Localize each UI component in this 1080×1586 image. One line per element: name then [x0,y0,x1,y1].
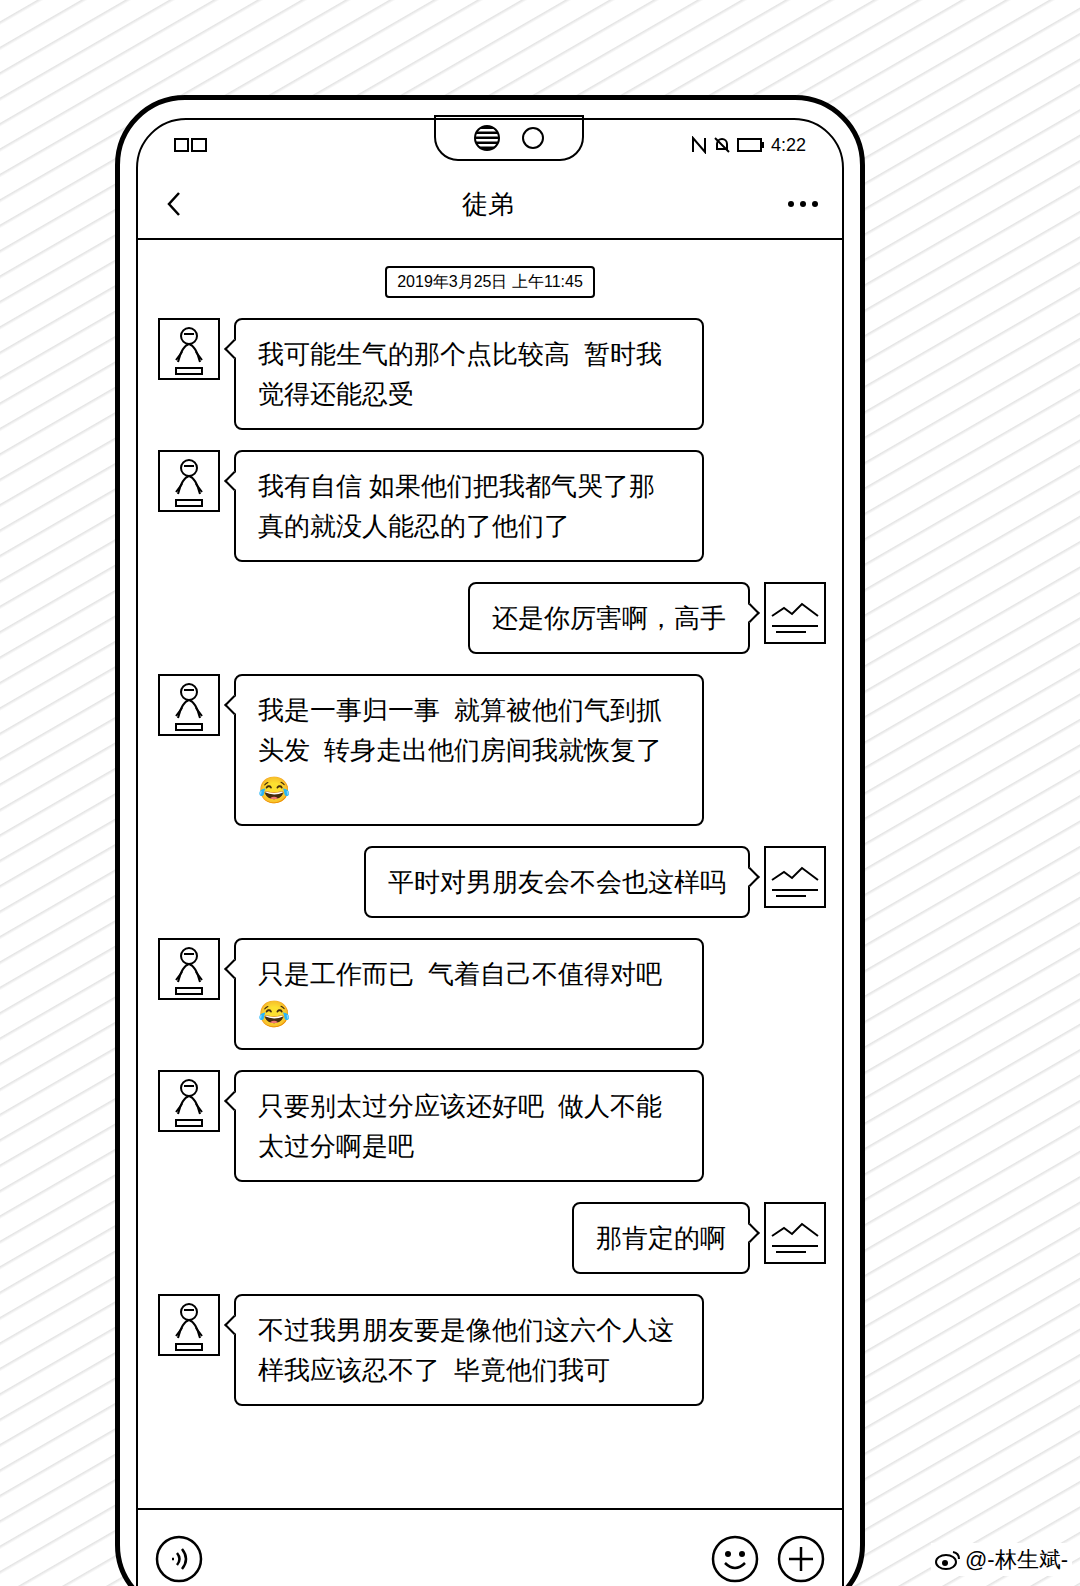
message-row: 我有自信 如果他们把我都气哭了那真的就没人能忍的了他们了 [148,450,832,562]
own-avatar-icon[interactable] [764,846,826,908]
message-text: 那肯定的啊 [596,1223,726,1253]
back-icon[interactable] [160,189,190,219]
watermark-text: @-林生斌- [965,1543,1068,1576]
nfc-icon [691,136,707,154]
message-input[interactable] [220,1531,694,1586]
message-bubble: 我有自信 如果他们把我都气哭了那真的就没人能忍的了他们了 [234,450,704,562]
watermark: @-林生斌- [931,1543,1072,1576]
message-text: 我是一事归一事 就算被他们气到抓头发 转身走出他们房间我就恢复了😂 [258,695,662,805]
message-text: 我有自信 如果他们把我都气哭了那真的就没人能忍的了他们了 [258,471,655,541]
own-avatar-icon[interactable] [764,582,826,644]
bubble-tail [224,959,244,979]
bubble-tail [224,695,244,715]
message-row: 不过我男朋友要是像他们这六个人这样我应该忍不了 毕竟他们我可 [148,1294,832,1406]
message-text: 我可能生气的那个点比较高 暂时我觉得还能忍受 [258,339,662,409]
contact-avatar-icon[interactable] [158,674,220,736]
message-row: 我是一事归一事 就算被他们气到抓头发 转身走出他们房间我就恢复了😂 [148,674,832,826]
bubble-tail [224,1315,244,1335]
message-bubble: 我可能生气的那个点比较高 暂时我觉得还能忍受 [234,318,704,430]
contact-avatar-icon[interactable] [158,938,220,1000]
message-row: 还是你厉害啊，高手 [148,582,832,654]
message-bubble: 只是工作而已 气着自己不值得对吧😂 [234,938,704,1050]
bubble-tail [224,1091,244,1111]
message-bubble: 不过我男朋友要是像他们这六个人这样我应该忍不了 毕竟他们我可 [234,1294,704,1406]
contact-avatar-icon[interactable] [158,1070,220,1132]
timestamp: 2019年3月25日 上午11:45 [385,266,595,298]
camera-icon [522,127,544,149]
weibo-icon [935,1549,961,1571]
message-row: 我可能生气的那个点比较高 暂时我觉得还能忍受 [148,318,832,430]
message-row: 只是工作而已 气着自己不值得对吧😂 [148,938,832,1050]
mute-icon [713,136,731,154]
battery-icon [737,137,765,153]
bubble-tail [740,867,760,887]
contact-avatar-icon[interactable] [158,450,220,512]
message-bubble: 我是一事归一事 就算被他们气到抓头发 转身走出他们房间我就恢复了😂 [234,674,704,826]
message-row: 只要别太过分应该还好吧 做人不能太过分啊是吧 [148,1070,832,1182]
message-text: 还是你厉害啊，高手 [492,603,726,633]
message-bubble: 只要别太过分应该还好吧 做人不能太过分啊是吧 [234,1070,704,1182]
bubble-tail [740,603,760,623]
own-avatar-icon[interactable] [764,1202,826,1264]
contact-avatar-icon[interactable] [158,318,220,380]
contact-avatar-icon[interactable] [158,1294,220,1356]
sim-icon [174,137,208,153]
bubble-tail [224,339,244,359]
phone: 4:22 徒弟 2019年3月25日 上午11:45 我可能生气的那个点比较高 … [115,95,865,1586]
speaker-icon [474,125,500,151]
message-bubble: 还是你厉害啊，高手 [468,582,750,654]
chat-screen: 4:22 徒弟 2019年3月25日 上午11:45 我可能生气的那个点比较高 … [136,118,844,1586]
bubble-tail [740,1223,760,1243]
status-bar: 4:22 [138,120,842,170]
bubble-tail [224,471,244,491]
message-text: 平时对男朋友会不会也这样吗 [388,867,726,897]
message-row: 那肯定的啊 [148,1202,832,1274]
message-row: 平时对男朋友会不会也这样吗 [148,846,832,918]
chat-header: 徒弟 [138,170,842,240]
message-list: 2019年3月25日 上午11:45 我可能生气的那个点比较高 暂时我觉得还能忍… [138,240,842,1508]
notch [434,115,584,161]
message-text: 只是工作而已 气着自己不值得对吧😂 [258,959,662,1029]
message-bubble: 平时对男朋友会不会也这样吗 [364,846,750,918]
input-bar [138,1508,842,1586]
voice-icon[interactable] [154,1534,204,1584]
chat-title: 徒弟 [190,185,786,224]
plus-icon[interactable] [776,1534,826,1584]
emoji-icon[interactable] [710,1534,760,1584]
message-text: 不过我男朋友要是像他们这六个人这样我应该忍不了 毕竟他们我可 [258,1315,674,1385]
more-icon[interactable] [786,199,820,209]
clock: 4:22 [771,132,806,159]
message-bubble: 那肯定的啊 [572,1202,750,1274]
message-text: 只要别太过分应该还好吧 做人不能太过分啊是吧 [258,1091,662,1161]
